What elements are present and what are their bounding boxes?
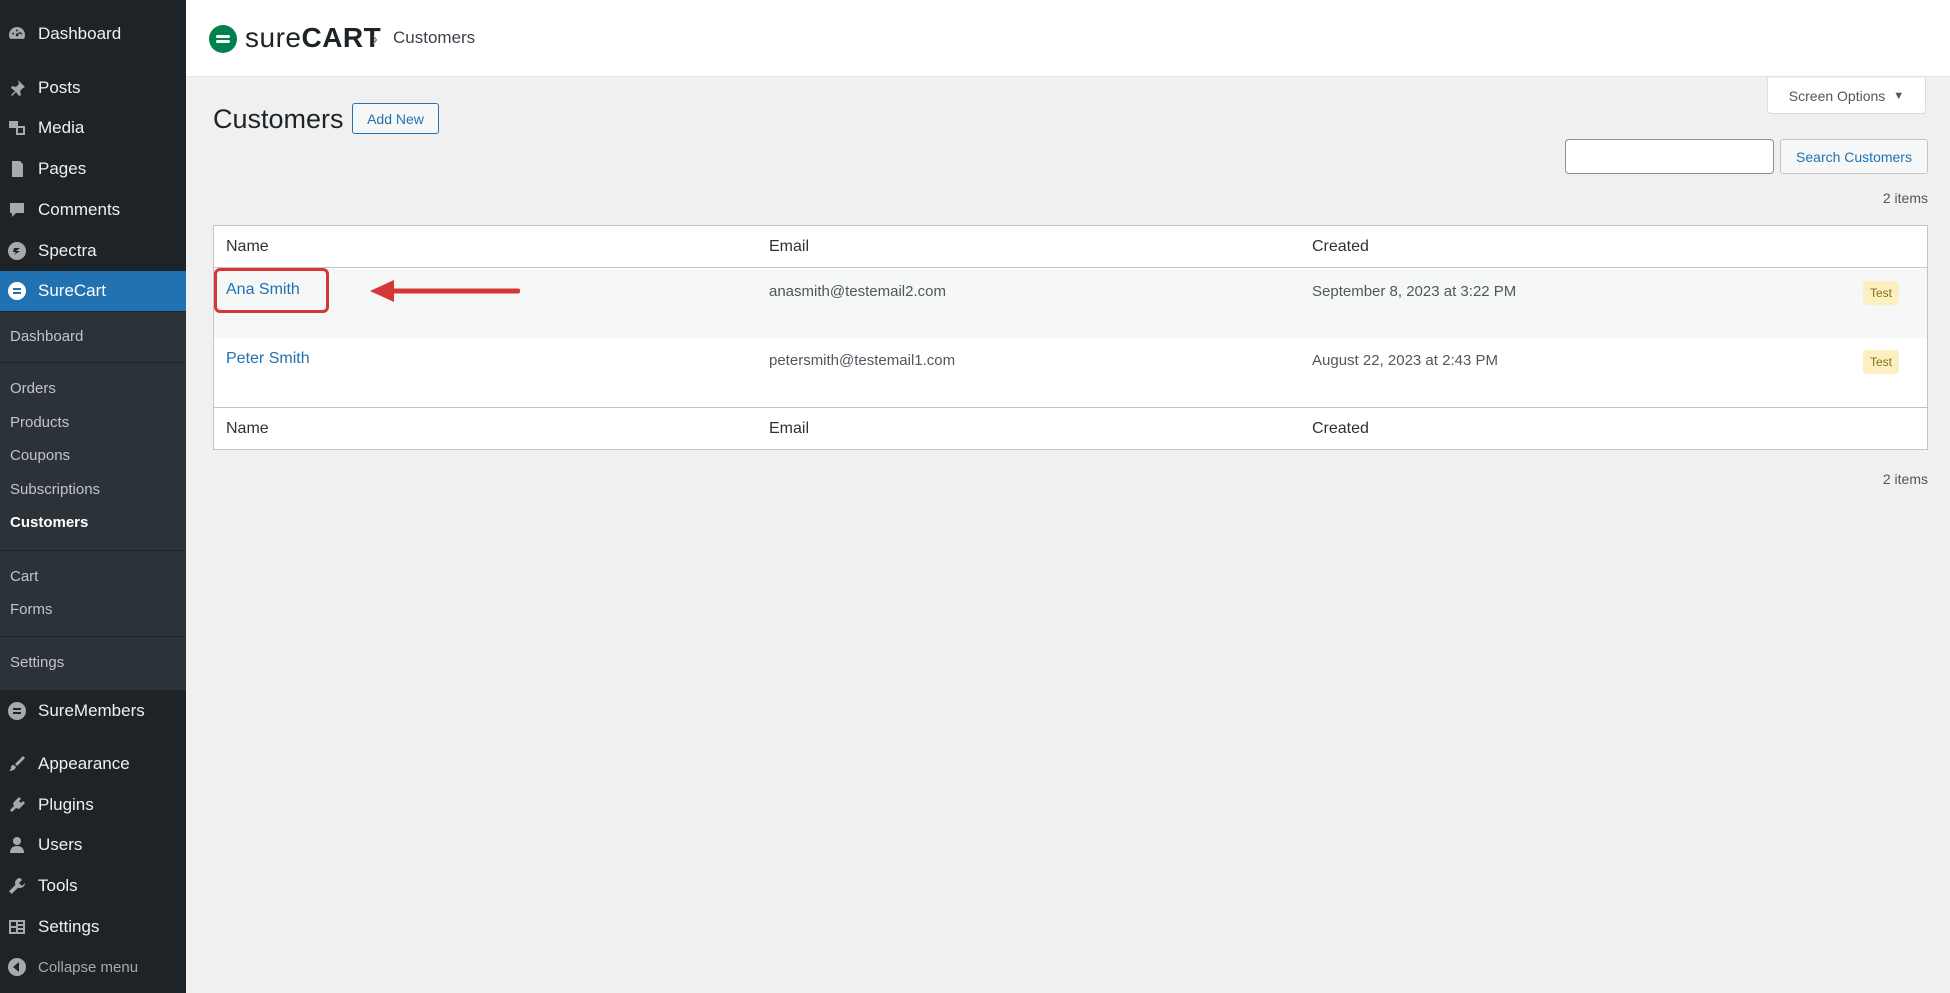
column-header-name[interactable]: Name: [226, 238, 269, 256]
customer-name-link[interactable]: Peter Smith: [226, 350, 310, 368]
menu-label: Settings: [38, 917, 100, 936]
logo-text-sure: sure: [245, 22, 302, 53]
menu-posts[interactable]: Posts: [0, 68, 186, 108]
settings-icon: [6, 916, 28, 938]
submenu-products[interactable]: Products: [10, 414, 69, 431]
caret-down-icon: ▼: [1893, 89, 1905, 102]
breadcrumb-separator: ›: [372, 29, 378, 49]
surecart-icon: [6, 280, 28, 302]
collapse-icon: [6, 956, 28, 978]
menu-dashboard[interactable]: Dashboard: [0, 14, 186, 54]
items-count: 2 items: [1882, 190, 1928, 206]
plugin-icon: [6, 794, 28, 816]
submenu-forms[interactable]: Forms: [10, 601, 53, 618]
submenu-subscriptions[interactable]: Subscriptions: [10, 481, 100, 498]
menu-label: Collapse menu: [38, 958, 139, 976]
screen-options-button[interactable]: Screen Options ▼: [1767, 78, 1926, 114]
menu-label: Comments: [38, 200, 121, 219]
pin-icon: [6, 77, 28, 99]
menu-label: Plugins: [38, 795, 94, 814]
submenu-cart[interactable]: Cart: [10, 568, 38, 585]
menu-label: SureCart: [38, 281, 107, 300]
table-footer: Name Email Created: [214, 407, 1927, 449]
media-icon: [6, 117, 28, 139]
customer-name-link[interactable]: Ana Smith: [226, 281, 300, 299]
surecart-logo: sureCART: [245, 22, 381, 54]
annotation-arrow-icon: [370, 280, 520, 302]
logo-text-cart: CART: [301, 22, 382, 53]
surecart-logo-icon: [209, 25, 237, 53]
customer-name[interactable]: Ana Smith: [226, 281, 300, 298]
submenu-settings[interactable]: Settings: [10, 654, 64, 671]
submenu-divider: [0, 550, 186, 551]
menu-appearance[interactable]: Appearance: [0, 744, 186, 784]
menu-media[interactable]: Media: [0, 108, 186, 148]
menu-label: SureMembers: [38, 701, 145, 720]
column-header-email[interactable]: Email: [769, 238, 809, 256]
menu-label: Media: [38, 118, 85, 137]
table-header: Name Email Created: [214, 226, 1927, 268]
surecart-header: sureCART › Customers: [186, 0, 1950, 77]
menu-label: Posts: [38, 78, 81, 97]
menu-label: Users: [38, 835, 83, 854]
menu-label: Tools: [38, 876, 78, 895]
menu-comments[interactable]: Comments: [0, 190, 186, 230]
menu-pages[interactable]: Pages: [0, 149, 186, 189]
menu-surecart[interactable]: SureCart: [0, 271, 186, 311]
customer-name[interactable]: Peter Smith: [226, 350, 310, 367]
submenu-dashboard[interactable]: Dashboard: [10, 328, 83, 345]
menu-suremembers[interactable]: SureMembers: [0, 691, 186, 731]
submenu-divider: [0, 636, 186, 637]
customer-email: anasmith@testemail2.com: [769, 283, 946, 300]
comment-icon: [6, 199, 28, 221]
submenu-coupons[interactable]: Coupons: [10, 447, 70, 464]
menu-users[interactable]: Users: [0, 825, 186, 865]
submenu-divider: [0, 362, 186, 363]
submenu-customers[interactable]: Customers: [10, 514, 88, 531]
screen-options-label: Screen Options: [1788, 87, 1886, 104]
suremembers-icon: [6, 700, 28, 722]
menu-label: Spectra: [38, 241, 97, 260]
items-count: 2 items: [1882, 471, 1928, 487]
test-mode-badge: Test: [1862, 281, 1899, 305]
page-title: Customers: [213, 104, 344, 134]
search-customers-button[interactable]: Search Customers: [1780, 139, 1928, 174]
wrench-icon: [6, 875, 28, 897]
collapse-menu-button[interactable]: Collapse menu: [0, 947, 186, 987]
column-footer-name[interactable]: Name: [226, 420, 269, 438]
dashboard-icon: [6, 23, 28, 45]
breadcrumb-current: Customers: [393, 28, 476, 47]
add-new-button[interactable]: Add New: [352, 103, 439, 134]
menu-tools[interactable]: Tools: [0, 866, 186, 906]
search-input[interactable]: [1565, 139, 1774, 174]
users-icon: [6, 834, 28, 856]
pages-icon: [6, 158, 28, 180]
surecart-submenu: Dashboard Orders Products Coupons Subscr…: [0, 312, 186, 690]
customer-email: petersmith@testemail1.com: [769, 352, 956, 369]
menu-settings[interactable]: Settings: [0, 907, 186, 947]
column-footer-email[interactable]: Email: [769, 420, 809, 438]
brush-icon: [6, 753, 28, 775]
customer-created: August 22, 2023 at 2:43 PM: [1312, 352, 1498, 369]
test-mode-badge: Test: [1862, 350, 1899, 374]
menu-spectra[interactable]: Spectra: [0, 231, 186, 271]
menu-label: Pages: [38, 159, 87, 178]
spectra-icon: [6, 240, 28, 262]
menu-label: Appearance: [38, 754, 130, 773]
column-header-created[interactable]: Created: [1312, 238, 1369, 256]
admin-sidebar: Dashboard Posts Media Pages Comments Spe…: [0, 0, 186, 993]
menu-plugins[interactable]: Plugins: [0, 785, 186, 825]
customers-table: Name Email Created Ana Smith anasmith@te…: [213, 225, 1928, 450]
menu-label: Dashboard: [38, 24, 122, 43]
submenu-orders[interactable]: Orders: [10, 380, 56, 397]
customer-created: September 8, 2023 at 3:22 PM: [1312, 283, 1517, 300]
column-footer-created[interactable]: Created: [1312, 420, 1369, 438]
table-row: Peter Smith petersmith@testemail1.com Au…: [214, 338, 1927, 407]
